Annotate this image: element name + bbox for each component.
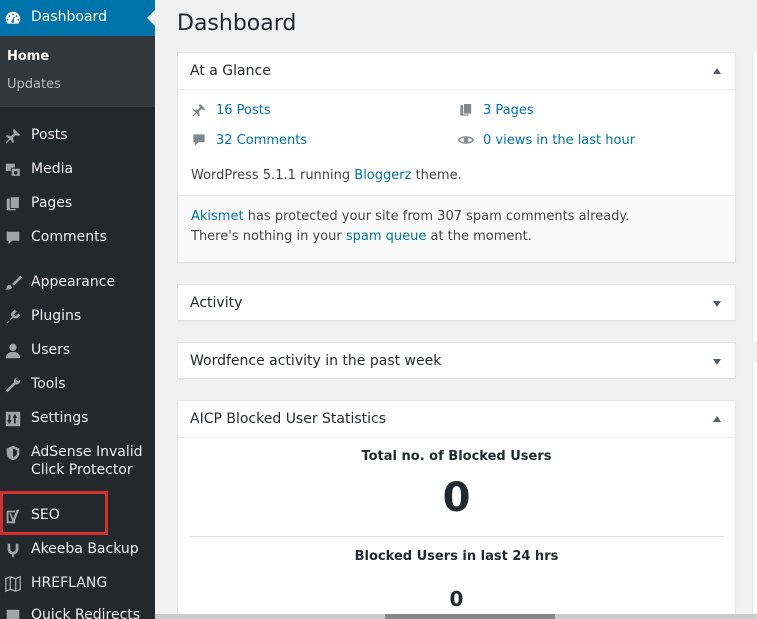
sidebar-item-label: Dashboard	[31, 9, 107, 25]
sidebar-item-label: Users	[31, 342, 71, 358]
widget-title: Activity	[190, 295, 243, 311]
spam-queue-link[interactable]: spam queue	[346, 229, 427, 244]
paintbrush-icon	[3, 273, 23, 293]
scrollbar-thumb[interactable]	[385, 614, 555, 619]
redirect-icon	[3, 606, 23, 619]
sidebar-item-label: Posts	[31, 127, 68, 143]
submenu-item-home[interactable]: Home	[7, 49, 49, 64]
media-icon	[3, 160, 23, 180]
settings-icon	[3, 409, 23, 429]
comments-link[interactable]: 32 Comments	[216, 133, 307, 148]
wordfence-widget: Wordfence activity in the past week	[177, 342, 736, 379]
sidebar-item-label: Tools	[31, 376, 66, 392]
user-icon	[3, 341, 23, 361]
aicp-stats-widget: AICP Blocked User Statistics Total no. o…	[177, 400, 736, 619]
sidebar-item-label: Pages	[31, 195, 73, 211]
wp-version-suffix: theme.	[411, 168, 462, 183]
widget-title: At a Glance	[190, 63, 271, 79]
horizontal-scrollbar[interactable]	[155, 614, 757, 619]
page-title: Dashboard	[177, 11, 297, 36]
wrench-icon	[3, 375, 23, 395]
seo-highlight-box	[0, 491, 108, 535]
sidebar-item-label: AdSense Invalid Click Protector	[31, 444, 143, 478]
spam-suffix: at the moment.	[426, 229, 532, 244]
expand-toggle-icon[interactable]	[713, 301, 721, 307]
day-blocked-value: 0	[449, 587, 464, 611]
shield-icon	[3, 443, 23, 463]
right-column-widget	[752, 362, 757, 619]
map-icon	[3, 574, 23, 594]
pushpin-icon	[191, 102, 207, 118]
pages-icon	[458, 102, 474, 118]
sidebar-item-dashboard[interactable]: Dashboard	[0, 0, 155, 36]
wordpress-version-text: WordPress 5.1.1 running Bloggerz theme.	[191, 168, 462, 183]
sidebar-item-label: Settings	[31, 410, 89, 426]
widget-header[interactable]: Wordfence activity in the past week	[178, 343, 735, 379]
sidebar-item-label: Comments	[31, 229, 107, 245]
pages-icon	[3, 194, 23, 214]
divider	[178, 89, 735, 90]
views-link[interactable]: 0 views in the last hour	[483, 133, 635, 148]
sidebar-item-label: HREFLANG	[31, 575, 108, 591]
akismet-text: Akismet has protected your site from 307…	[191, 209, 629, 224]
widget-title: AICP Blocked User Statistics	[190, 411, 387, 427]
activity-widget: Activity	[177, 284, 736, 321]
submenu-item-updates[interactable]: Updates	[7, 77, 61, 92]
sidebar-item-label: Plugins	[31, 308, 82, 324]
akismet-notice: Akismet has protected your site from 307…	[178, 195, 735, 262]
theme-link[interactable]: Bloggerz	[354, 168, 411, 183]
dashboard-submenu: Home Updates	[0, 36, 155, 107]
akeeba-icon	[3, 540, 23, 560]
pushpin-icon	[3, 126, 23, 146]
wp-version-prefix: WordPress 5.1.1 running	[191, 168, 355, 183]
at-a-glance-widget: At a Glance 16 Posts 3 Pages 32 Comments	[177, 52, 736, 263]
spam-queue-text: There's nothing in your spam queue at th…	[191, 229, 532, 244]
posts-link[interactable]: 16 Posts	[216, 103, 271, 118]
akismet-message: has protected your site from 307 spam co…	[243, 209, 630, 224]
sidebar-item-label: Akeeba Backup	[31, 541, 139, 557]
eye-icon	[458, 132, 474, 148]
dashboard-icon	[3, 8, 23, 28]
divider	[190, 536, 724, 537]
expand-toggle-icon[interactable]	[713, 359, 721, 365]
total-blocked-value: 0	[442, 475, 471, 521]
collapse-toggle-icon[interactable]	[713, 68, 721, 74]
current-menu-caret	[147, 10, 155, 26]
comment-icon	[191, 132, 207, 148]
widget-header[interactable]: AICP Blocked User Statistics	[178, 401, 735, 437]
widget-header[interactable]: At a Glance	[178, 53, 735, 89]
dashboard-main: Dashboard At a Glance 16 Posts 3 Pages 3…	[155, 0, 757, 619]
day-blocked-label: Blocked Users in last 24 hrs	[354, 549, 559, 564]
sidebar-item-label: Quick Redirects	[31, 607, 141, 619]
pages-link[interactable]: 3 Pages	[483, 103, 534, 118]
widget-header[interactable]: Activity	[178, 285, 735, 321]
plugin-icon	[3, 307, 23, 327]
admin-sidebar: Dashboard Home Updates Posts Media Pages…	[0, 0, 155, 619]
divider	[178, 437, 735, 438]
spam-prefix: There's nothing in your	[191, 229, 346, 244]
collapse-toggle-icon[interactable]	[713, 416, 721, 422]
sidebar-item-label: Appearance	[31, 274, 116, 290]
comment-icon	[3, 228, 23, 248]
akismet-link[interactable]: Akismet	[191, 209, 244, 224]
sidebar-item-label: Media	[31, 161, 74, 177]
total-blocked-label: Total no. of Blocked Users	[361, 449, 552, 464]
right-column-widget	[752, 52, 757, 342]
widget-title: Wordfence activity in the past week	[190, 353, 442, 369]
